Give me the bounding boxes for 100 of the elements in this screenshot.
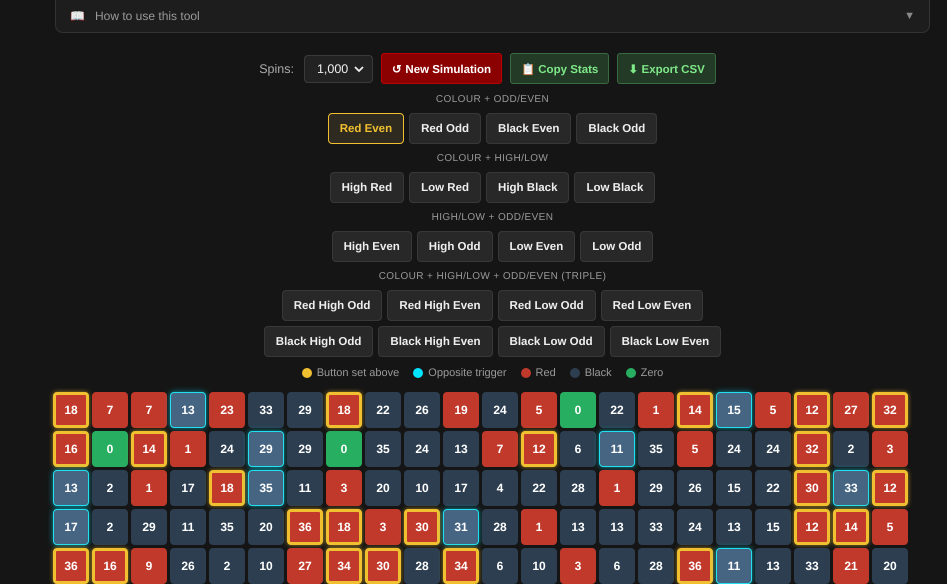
spin-cell: 15: [716, 470, 752, 506]
bet-button[interactable]: Low Even: [498, 231, 576, 262]
spin-cell: 0: [326, 431, 362, 467]
spin-cell: 36: [53, 548, 89, 584]
spin-cell: 2: [92, 470, 128, 506]
spin-cell: 17: [443, 470, 479, 506]
spin-cell: 3: [365, 509, 401, 545]
chevron-down-icon: [354, 64, 364, 74]
spins-select[interactable]: 1,000: [304, 54, 374, 82]
spin-cell: 29: [287, 392, 323, 428]
help-title: How to use this tool: [95, 8, 200, 22]
bet-button[interactable]: Red Odd: [409, 113, 482, 144]
spin-cell: 24: [482, 392, 518, 428]
bet-button[interactable]: Red Low Even: [600, 290, 704, 321]
spin-cell: 13: [599, 509, 635, 545]
spin-cell: 29: [638, 470, 674, 506]
spin-cell: 22: [365, 392, 401, 428]
spin-cell: 13: [716, 509, 752, 545]
spin-cell: 12: [872, 470, 908, 506]
help-accordion[interactable]: 📖 How to use this tool ▼: [55, 0, 930, 33]
spin-cell: 11: [716, 548, 752, 584]
spins-label: Spins:: [259, 62, 294, 76]
bet-button[interactable]: Red Even: [328, 113, 404, 144]
spin-cell: 35: [209, 509, 245, 545]
section-heading: HIGH/LOW + ODD/EVEN: [432, 212, 554, 224]
bet-button[interactable]: Black High Odd: [264, 326, 374, 357]
spin-cell: 18: [53, 392, 89, 428]
bet-button[interactable]: Red Low Odd: [498, 290, 596, 321]
legend-label: Button set above: [316, 367, 400, 379]
spin-cell: 14: [131, 431, 167, 467]
bet-button[interactable]: High Even: [332, 231, 412, 262]
spin-cell: 33: [833, 470, 869, 506]
bet-button[interactable]: Low Odd: [580, 231, 654, 262]
spin-cell: 29: [131, 509, 167, 545]
spin-cell: 15: [716, 392, 752, 428]
spin-cell: 26: [677, 470, 713, 506]
spin-cell: 24: [716, 431, 752, 467]
spin-cell: 6: [560, 431, 596, 467]
spin-cell: 2: [92, 509, 128, 545]
bet-button[interactable]: High Black: [486, 172, 570, 203]
spin-cell: 17: [53, 509, 89, 545]
spin-cell: 32: [872, 392, 908, 428]
spin-cell: 12: [794, 392, 830, 428]
spin-cell: 33: [248, 392, 284, 428]
spin-cell: 28: [404, 548, 440, 584]
spin-cell: 14: [677, 392, 713, 428]
spin-cell: 26: [404, 392, 440, 428]
spin-cell: 4: [482, 470, 518, 506]
bet-button[interactable]: Low Red: [409, 172, 482, 203]
spin-cell: 18: [209, 470, 245, 506]
spin-cell: 1: [131, 470, 167, 506]
spin-cell: 2: [209, 548, 245, 584]
spin-cell: 28: [638, 548, 674, 584]
spin-cell: 36: [677, 548, 713, 584]
legend-label: Zero: [640, 367, 664, 379]
spin-cell: 18: [326, 509, 362, 545]
spin-cell: 3: [560, 548, 596, 584]
bet-button[interactable]: Black Low Even: [610, 326, 722, 357]
spin-cell: 29: [287, 431, 323, 467]
spin-cell: 11: [170, 509, 206, 545]
spin-cell: 33: [638, 509, 674, 545]
chevron-icon: ▼: [904, 10, 915, 22]
spin-cell: 13: [755, 548, 791, 584]
bet-button[interactable]: Black Low Odd: [498, 326, 605, 357]
spin-cell: 23: [209, 392, 245, 428]
bet-button[interactable]: Black High Even: [378, 326, 493, 357]
spin-cell: 9: [131, 548, 167, 584]
spin-cell: 35: [248, 470, 284, 506]
spin-cell: 24: [404, 431, 440, 467]
spin-cell: 27: [287, 548, 323, 584]
action-button[interactable]: ⬇ Export CSV: [617, 53, 716, 84]
spin-cell: 16: [92, 548, 128, 584]
section-heading: COLOUR + HIGH/LOW + ODD/EVEN (TRIPLE): [378, 271, 606, 283]
bet-button[interactable]: High Red: [330, 172, 404, 203]
spin-cell: 30: [404, 509, 440, 545]
spin-cell: 7: [482, 431, 518, 467]
bet-button[interactable]: Red High Even: [387, 290, 493, 321]
spin-cell: 11: [599, 431, 635, 467]
bet-button[interactable]: High Odd: [416, 231, 493, 262]
spin-cell: 13: [443, 431, 479, 467]
spin-cell: 31: [443, 509, 479, 545]
legend-label: Opposite trigger: [428, 367, 507, 379]
spin-cell: 15: [755, 509, 791, 545]
action-button[interactable]: ↺ New Simulation: [381, 53, 502, 84]
spin-cell: 24: [755, 431, 791, 467]
bet-button[interactable]: Low Black: [574, 172, 656, 203]
spin-cell: 21: [833, 548, 869, 584]
bet-button[interactable]: Black Even: [486, 113, 572, 144]
bet-button[interactable]: Red High Odd: [282, 290, 382, 321]
spin-cell: 11: [287, 470, 323, 506]
spin-cell: 29: [248, 431, 284, 467]
action-button[interactable]: 📋 Copy Stats: [510, 53, 610, 84]
spin-cell: 20: [872, 548, 908, 584]
spin-cell: 22: [755, 470, 791, 506]
spin-cell: 30: [365, 548, 401, 584]
spin-cell: 10: [248, 548, 284, 584]
bet-button[interactable]: Black Odd: [576, 113, 658, 144]
spin-cell: 12: [521, 431, 557, 467]
spin-cell: 5: [677, 431, 713, 467]
spin-cell: 5: [872, 509, 908, 545]
